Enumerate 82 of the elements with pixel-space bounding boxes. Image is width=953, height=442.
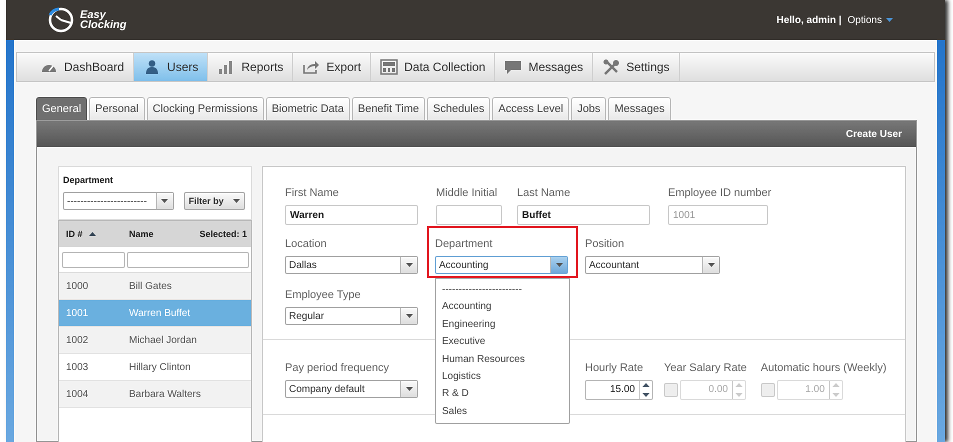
field-label: Location [285, 238, 328, 250]
select-field[interactable]: Accounting [435, 256, 568, 274]
tab[interactable]: Benefit Time [352, 97, 425, 120]
nav-item[interactable]: Settings [593, 53, 680, 81]
tab[interactable]: Schedules [427, 97, 490, 120]
export-icon [302, 59, 320, 75]
tab[interactable]: General [36, 97, 88, 120]
nav-item[interactable]: Messages [495, 53, 594, 81]
tab[interactable]: Personal [89, 97, 145, 120]
chat-bubble-icon [504, 59, 522, 75]
text-field[interactable]: Warren [285, 205, 418, 225]
dropdown-arrow-icon [556, 263, 562, 267]
settings-icon [602, 59, 620, 75]
dropdown-option[interactable]: Accounting [436, 298, 569, 316]
select-field[interactable]: Dallas [285, 256, 418, 274]
field-label: Pay period frequency [285, 362, 390, 374]
dropdown-option[interactable]: Logistics [436, 368, 569, 386]
dropdown-arrow-icon [233, 199, 240, 203]
field-label: Middle Initial [436, 187, 498, 199]
table-row[interactable]: 1000 Bill Gates [59, 273, 251, 300]
dropdown-option[interactable]: R & D [436, 385, 569, 403]
dropdown-option[interactable]: Executive [436, 333, 569, 351]
field-label: First Name [285, 187, 340, 199]
selected-count: Selected: 1 [199, 229, 247, 239]
field-label: Year Salary Rate [664, 362, 747, 374]
tab[interactable]: Jobs [571, 97, 606, 120]
filter-button[interactable]: Filter by [184, 192, 245, 210]
name-filter-field[interactable] [127, 252, 249, 268]
filter-label: Department [63, 175, 114, 185]
field-label: Position [585, 238, 626, 250]
dropdown-option[interactable]: Human Resources [436, 350, 569, 368]
name-cell: Bill Gates [129, 280, 172, 292]
field-label: Last Name [517, 187, 572, 199]
tab[interactable]: Clocking Permissions [146, 97, 264, 120]
tab[interactable]: Access Level [492, 97, 570, 120]
nav-item[interactable]: Reports [208, 53, 294, 81]
tab[interactable]: Biometric Data [266, 97, 350, 120]
name-cell: Warren Buffet [129, 308, 190, 318]
create-user-button[interactable]: Create User [840, 128, 908, 140]
dropdown-arrow-icon [406, 263, 412, 267]
dropdown-option[interactable]: Engineering [436, 316, 569, 334]
text-field[interactable] [436, 205, 502, 225]
id-cell-text: 1004 [66, 388, 90, 400]
table-row[interactable]: 1002 Michael Jordan [59, 327, 251, 354]
dropdown-arrow-icon [708, 263, 714, 267]
nav-item[interactable]: Export [293, 53, 372, 81]
spin-down-icon[interactable] [640, 390, 652, 399]
dropdown-arrow-icon [406, 314, 412, 318]
dropdown-option[interactable]: Sales [436, 402, 569, 420]
device-icon [380, 59, 398, 75]
options-menu[interactable]: Options [848, 14, 893, 26]
greeting-text: Hello, admin | [776, 14, 842, 26]
id-cell-text: 1003 [66, 362, 90, 372]
id-filter-field[interactable] [62, 252, 125, 268]
nav-item[interactable]: Data Collection [371, 53, 496, 81]
field-label: Employee Type [285, 289, 362, 301]
table-row[interactable]: 1004 Barbara Walters [59, 381, 251, 408]
dropdown-option[interactable]: ------------------------ [436, 281, 569, 298]
id-cell-text: 1000 [66, 280, 90, 292]
logo-text: Easy Clocking [80, 10, 126, 30]
field-label: Department [435, 238, 494, 250]
column-header[interactable]: ID # [66, 229, 83, 239]
field-label: Automatic hours (Weekly) [760, 362, 886, 374]
id-cell-text: 1002 [66, 334, 90, 346]
text-field[interactable]: Buffet [517, 205, 650, 225]
number-field[interactable]: 15.00 [585, 380, 653, 400]
department-select[interactable]: ------------------------ [63, 192, 174, 210]
name-cell: Hillary Clinton [129, 362, 191, 372]
nav-item[interactable]: Users [134, 53, 208, 81]
field-label: Hourly Rate [585, 362, 644, 374]
dropdown-arrow-icon [406, 387, 412, 391]
id-cell-text: 1001 [66, 308, 90, 318]
select-field[interactable]: Accountant [585, 256, 720, 274]
tab[interactable]: Messages [608, 97, 671, 120]
name-cell: Michael Jordan [129, 334, 197, 346]
select-field[interactable]: Company default [285, 380, 418, 398]
spin-up-icon[interactable] [640, 381, 652, 390]
caret-icon [886, 18, 893, 22]
select-field[interactable]: Regular [285, 307, 418, 325]
name-cell: Barbara Walters [129, 388, 201, 400]
dropdown-arrow-icon [161, 199, 168, 203]
column-header[interactable]: Name [129, 229, 154, 239]
